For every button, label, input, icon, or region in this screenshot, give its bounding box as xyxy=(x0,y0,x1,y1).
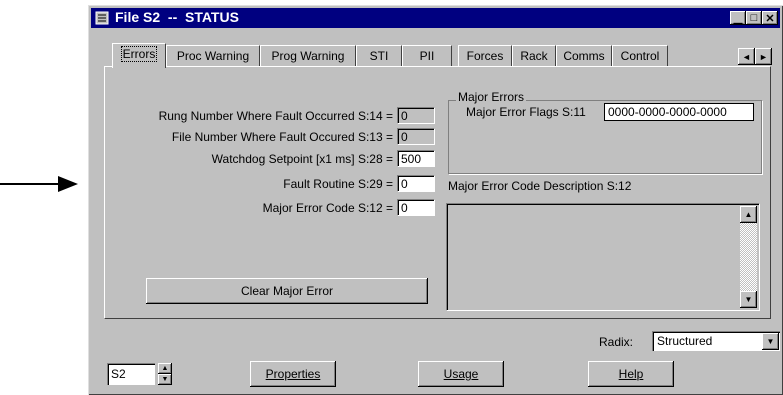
arrow-up-icon: ▲ xyxy=(744,210,753,219)
fault-routine-field[interactable]: 0 xyxy=(397,175,435,192)
close-icon: ✕ xyxy=(765,12,775,25)
file-down-button[interactable]: ▼ xyxy=(158,374,172,385)
watchdog-label: Watchdog Setpoint [x1 ms] S:28 = xyxy=(211,152,393,166)
tab-prog-warning[interactable]: Prog Warning xyxy=(260,45,356,66)
radix-dropdown-button[interactable]: ▼ xyxy=(762,333,779,350)
minimize-button[interactable]: ▁ xyxy=(730,11,746,25)
pointer-arrow-line xyxy=(0,183,60,185)
help-label: Help xyxy=(618,367,644,381)
radix-value: Structured xyxy=(657,334,713,348)
arrow-left-icon: ◄ xyxy=(742,51,751,62)
usage-label: Usage xyxy=(443,367,479,381)
properties-label: Properties xyxy=(265,367,321,381)
major-errors-group-title: Major Errors xyxy=(456,90,527,104)
file-number-field: 0 xyxy=(397,128,435,145)
scroll-down-button[interactable]: ▼ xyxy=(740,291,757,308)
clear-major-error-button[interactable]: Clear Major Error xyxy=(146,278,428,304)
tab-rack[interactable]: Rack xyxy=(512,45,556,66)
chevron-down-icon: ▼ xyxy=(766,337,775,346)
tab-pii[interactable]: PII xyxy=(402,45,452,66)
maximize-icon: □ xyxy=(750,12,758,24)
description-scrollbar[interactable]: ▲ ▼ xyxy=(740,206,757,308)
tab-forces[interactable]: Forces xyxy=(458,45,512,66)
tab-control[interactable]: Control xyxy=(612,45,668,66)
data-file-icon xyxy=(95,11,109,25)
pointer-arrow-icon xyxy=(58,176,78,192)
arrow-down-icon: ▼ xyxy=(744,295,753,304)
clear-major-error-label: Clear Major Error xyxy=(240,284,333,298)
tab-proc-warning[interactable]: Proc Warning xyxy=(166,45,260,66)
window-title: File S2 -- STATUS xyxy=(115,9,239,25)
file-number-label: File Number Where Fault Occured S:13 = xyxy=(171,130,393,144)
major-error-code-label: Major Error Code S:12 = xyxy=(262,201,393,215)
watchdog-field[interactable]: 500 xyxy=(397,150,435,167)
arrow-up-icon: ▲ xyxy=(161,365,169,372)
status-window: File S2 -- STATUS ▁ □ ✕ Errors Proc Warn… xyxy=(88,5,783,395)
tab-sti[interactable]: STI xyxy=(356,45,402,66)
fault-routine-label: Fault Routine S:29 = xyxy=(283,177,393,191)
minimize-icon: ▁ xyxy=(733,12,743,25)
properties-button[interactable]: Properties xyxy=(250,361,336,387)
file-selector-input[interactable]: S2 xyxy=(107,363,155,385)
title-bar[interactable]: File S2 -- STATUS ▁ □ ✕ xyxy=(91,8,780,28)
rung-number-label: Rung Number Where Fault Occurred S:14 = xyxy=(158,109,393,123)
close-button[interactable]: ✕ xyxy=(762,11,778,25)
scroll-up-button[interactable]: ▲ xyxy=(740,206,757,223)
tab-errors[interactable]: Errors xyxy=(112,43,166,68)
tab-scroll-right-button[interactable]: ► xyxy=(755,48,772,65)
arrow-right-icon: ► xyxy=(759,51,768,62)
tab-scroll-left-button[interactable]: ◄ xyxy=(738,48,755,65)
major-error-flags-field[interactable]: 0000-0000-0000-0000 xyxy=(604,103,754,121)
usage-button[interactable]: Usage xyxy=(418,361,504,387)
arrow-down-icon: ▼ xyxy=(161,376,169,383)
major-error-code-field[interactable]: 0 xyxy=(397,199,435,216)
major-error-flags-label: Major Error Flags S:11 xyxy=(466,105,586,119)
file-up-button[interactable]: ▲ xyxy=(158,363,172,374)
maximize-button[interactable]: □ xyxy=(746,11,762,25)
radix-label: Radix: xyxy=(599,335,634,349)
description-label: Major Error Code Description S:12 xyxy=(448,179,632,193)
rung-number-field: 0 xyxy=(397,107,435,124)
radix-select[interactable]: Structured ▼ xyxy=(652,331,780,351)
tab-comms[interactable]: Comms xyxy=(556,45,612,66)
help-button[interactable]: Help xyxy=(588,361,674,387)
description-box: ▲ ▼ xyxy=(446,203,760,311)
